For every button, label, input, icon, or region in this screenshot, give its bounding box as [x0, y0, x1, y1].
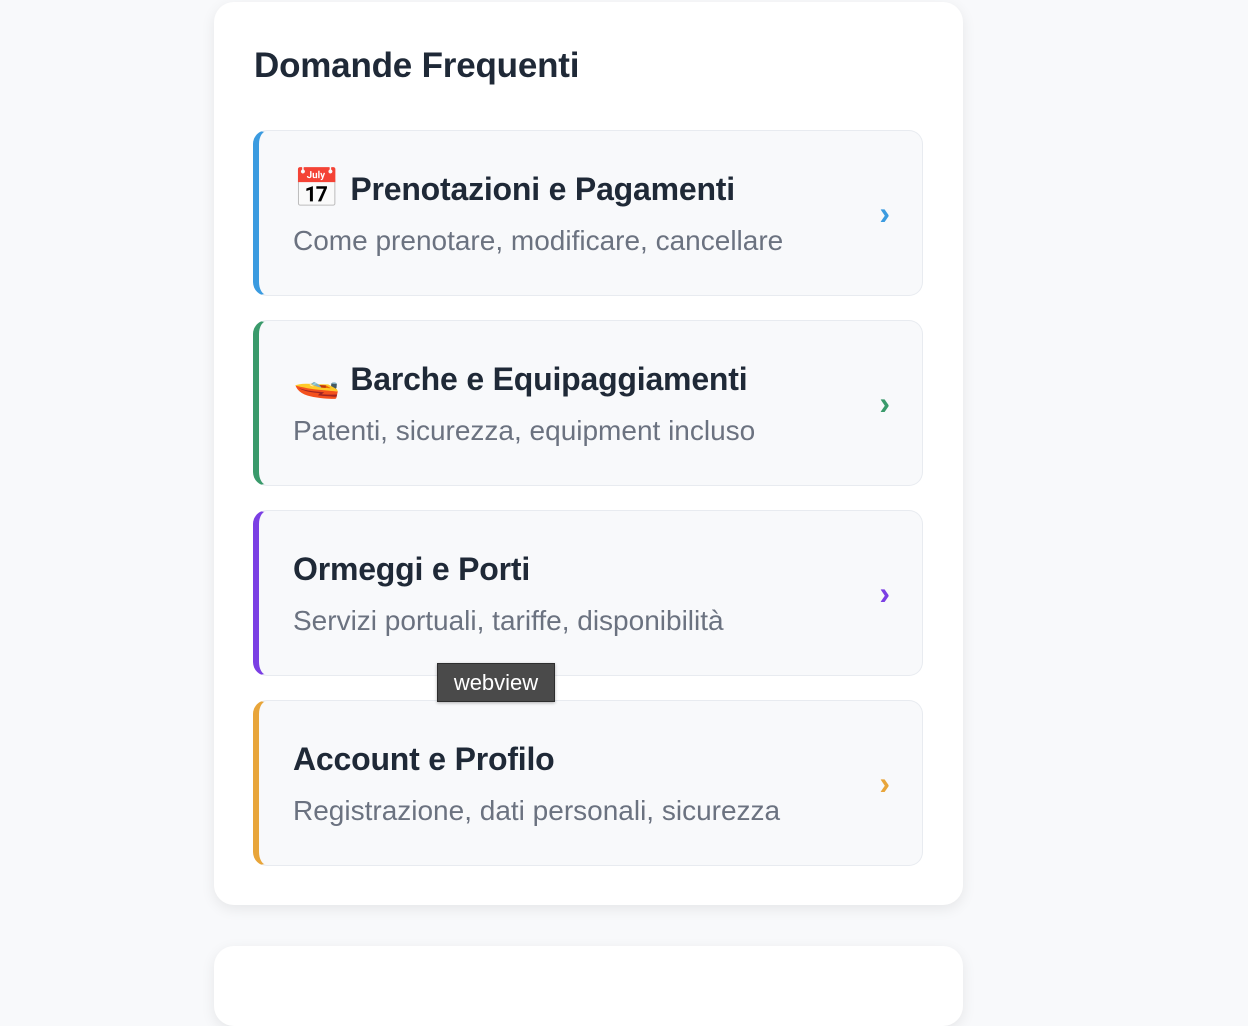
- chevron-right-icon: ›: [879, 765, 890, 801]
- faq-item-description: Servizi portuali, tariffe, disponibilità: [293, 605, 724, 636]
- faq-item-header: Ormeggi e Porti: [293, 547, 530, 591]
- faq-item-account-profile[interactable]: Account e Profilo Registrazione, dati pe…: [253, 700, 923, 866]
- faq-item-description: Registrazione, dati personali, sicurezza: [293, 795, 781, 826]
- faq-item-title: Account e Profilo: [293, 740, 555, 777]
- faq-item-boats-equipment[interactable]: 🚤 Barche e Equipaggiamenti Patenti, sicu…: [253, 320, 923, 486]
- next-card: [214, 946, 963, 1026]
- webview-tooltip: webview: [437, 663, 555, 702]
- faq-item-title: Ormeggi e Porti: [293, 550, 531, 587]
- chevron-right-icon: ›: [879, 575, 890, 611]
- faq-item-description: Patenti, sicurezza, equipment incluso: [293, 415, 756, 446]
- chevron-right-icon: ›: [879, 385, 890, 421]
- faq-item-title: Barche e Equipaggiamenti: [350, 360, 748, 397]
- speedboat-icon: 🚤: [293, 358, 341, 400]
- faq-item-moorings-ports[interactable]: Ormeggi e Porti Servizi portuali, tariff…: [253, 510, 923, 676]
- chevron-right-icon: ›: [879, 195, 890, 231]
- faq-card: Domande Frequenti 📅 Prenotazioni e Pagam…: [214, 2, 963, 905]
- calendar-icon: 📅: [293, 168, 341, 210]
- faq-item-description: Come prenotare, modificare, cancellare: [293, 225, 784, 256]
- faq-item-title: Prenotazioni e Pagamenti: [350, 170, 735, 207]
- faq-item-header: 🚤 Barche e Equipaggiamenti: [293, 357, 748, 401]
- faq-title: Domande Frequenti: [254, 46, 580, 85]
- faq-item-bookings-payments[interactable]: 📅 Prenotazioni e Pagamenti Come prenotar…: [253, 130, 923, 296]
- faq-item-header: 📅 Prenotazioni e Pagamenti: [293, 167, 735, 211]
- faq-item-header: Account e Profilo: [293, 737, 555, 781]
